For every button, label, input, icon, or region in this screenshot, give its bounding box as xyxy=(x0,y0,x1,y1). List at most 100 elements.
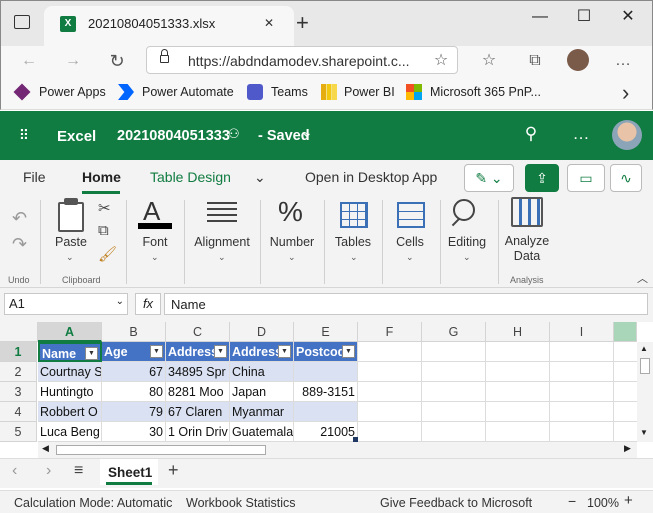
table-cell[interactable]: China xyxy=(230,362,294,382)
scroll-up-icon[interactable]: ▲ xyxy=(640,344,648,353)
lock-icon[interactable] xyxy=(160,55,169,63)
format-painter-icon[interactable]: 🖌 xyxy=(98,245,117,263)
tables-label[interactable]: Tables xyxy=(330,235,376,249)
table-cell[interactable]: Huntingto xyxy=(38,382,102,402)
cells-label[interactable]: Cells xyxy=(388,235,432,249)
column-header-j[interactable] xyxy=(614,322,637,342)
table-cell[interactable]: 67 xyxy=(102,362,166,382)
forward-icon[interactable]: → xyxy=(62,50,84,72)
bookmarks-more-icon[interactable]: › xyxy=(622,80,629,106)
profile-avatar[interactable] xyxy=(567,49,589,71)
number-icon[interactable]: % xyxy=(278,196,303,228)
filter-dropdown-icon[interactable]: ▼ xyxy=(85,347,98,360)
maximize-button[interactable]: ☐ xyxy=(564,6,604,28)
column-header-d[interactable]: D xyxy=(230,322,294,342)
tables-chevron-icon[interactable]: ⌄ xyxy=(350,252,358,263)
zoom-level[interactable]: 100% xyxy=(587,496,619,510)
alignment-label[interactable]: Alignment xyxy=(188,235,256,249)
empty-cells-area[interactable] xyxy=(358,342,637,442)
sheet-prev-icon[interactable]: ‹ xyxy=(12,462,17,480)
file-name[interactable]: 20210804051333 xyxy=(117,128,230,144)
calculation-mode[interactable]: Calculation Mode: Automatic xyxy=(14,496,172,510)
search-icon[interactable]: ⚲ xyxy=(520,124,542,146)
filter-dropdown-icon[interactable]: ▼ xyxy=(150,345,163,358)
close-window-button[interactable]: ✕ xyxy=(608,6,648,28)
url-text[interactable]: https://abdndamodev.sharepoint.c... xyxy=(188,53,418,69)
cells-icon[interactable] xyxy=(397,202,425,228)
paste-icon[interactable] xyxy=(58,202,84,232)
table-cell[interactable]: Japan xyxy=(230,382,294,402)
column-header-f[interactable]: F xyxy=(358,322,422,342)
browser-menu-icon[interactable]: … xyxy=(612,50,634,72)
table-cell[interactable]: 889-3151 xyxy=(294,382,358,402)
editing-label[interactable]: Editing xyxy=(444,235,490,249)
refresh-icon[interactable]: ↻ xyxy=(106,50,128,72)
tab-file[interactable]: File xyxy=(23,169,46,185)
scroll-right-icon[interactable]: ▶ xyxy=(624,443,631,454)
scroll-thumb[interactable] xyxy=(640,358,650,374)
table-cell[interactable] xyxy=(294,362,358,382)
column-header-g[interactable]: G xyxy=(422,322,486,342)
font-label[interactable]: Font xyxy=(133,235,177,249)
table-cell[interactable]: Courtnay S xyxy=(38,362,102,382)
all-sheets-icon[interactable]: ≡ xyxy=(74,462,83,480)
zoom-out-button[interactable]: − xyxy=(568,493,576,509)
row-header-2[interactable]: 2 xyxy=(0,362,37,382)
bookmark-power-apps[interactable]: Power Apps xyxy=(39,85,106,99)
column-header-e[interactable]: E xyxy=(294,322,358,342)
table-cell[interactable]: 1 Orin Driv xyxy=(166,422,230,442)
analyze-data-label-2[interactable]: Data xyxy=(503,249,551,263)
table-cell[interactable]: Luca Beng xyxy=(38,422,102,442)
open-in-desktop-button[interactable]: Open in Desktop App xyxy=(305,169,437,185)
column-header-i[interactable]: I xyxy=(550,322,614,342)
bookmark-microsoft-365[interactable]: Microsoft 365 PnP... xyxy=(430,85,541,99)
column-header-c[interactable]: C xyxy=(166,322,230,342)
new-tab-button[interactable]: + xyxy=(296,10,309,36)
table-cell[interactable]: 67 Claren xyxy=(166,402,230,422)
horizontal-scrollbar[interactable]: ◀ ▶ xyxy=(38,442,637,458)
tab-home[interactable]: Home xyxy=(82,169,121,185)
alignment-icon[interactable] xyxy=(207,202,237,224)
vertical-scrollbar[interactable]: ▲ ▼ xyxy=(637,342,653,442)
user-avatar[interactable] xyxy=(612,120,642,150)
ribbon-expand-chevron-icon[interactable]: ⌄ xyxy=(254,169,266,186)
editing-search-icon[interactable] xyxy=(453,199,475,221)
copy-icon[interactable]: ⧉ xyxy=(98,222,109,239)
app-launcher-icon[interactable]: ⠿ xyxy=(14,125,34,145)
scroll-down-icon[interactable]: ▼ xyxy=(640,428,648,437)
comments-button[interactable]: ▭ xyxy=(567,164,605,192)
table-header-cell[interactable]: Age ▼ xyxy=(102,342,166,362)
give-feedback-link[interactable]: Give Feedback to Microsoft xyxy=(380,496,532,510)
analyze-data-icon[interactable] xyxy=(511,197,543,227)
filter-dropdown-icon[interactable]: ▼ xyxy=(278,345,291,358)
table-cell[interactable]: Myanmar xyxy=(230,402,294,422)
tab-actions-icon[interactable] xyxy=(14,15,30,29)
table-cell[interactable]: 34895 Spr xyxy=(166,362,230,382)
paste-label[interactable]: Paste xyxy=(50,235,92,249)
saved-chevron-icon[interactable]: ⌄ xyxy=(301,124,313,141)
bookmark-teams[interactable]: Teams xyxy=(271,85,308,99)
formula-input[interactable]: Name xyxy=(164,293,648,315)
bookmark-power-automate[interactable]: Power Automate xyxy=(142,85,234,99)
workbook-statistics[interactable]: Workbook Statistics xyxy=(186,496,296,510)
table-cell[interactable]: Guatemala xyxy=(230,422,294,442)
scroll-left-icon[interactable]: ◀ xyxy=(42,443,49,454)
cells-chevron-icon[interactable]: ⌄ xyxy=(406,252,414,263)
share-button[interactable]: ⇪ xyxy=(525,164,559,192)
insert-function-button[interactable]: fx xyxy=(135,293,161,315)
editing-mode-button[interactable]: ✎ ⌄ xyxy=(464,164,514,192)
select-all-corner[interactable] xyxy=(0,322,38,342)
add-sheet-button[interactable]: + xyxy=(168,460,179,481)
redo-icon[interactable]: ↷ xyxy=(12,234,27,255)
column-header-a[interactable]: A xyxy=(38,322,102,342)
number-chevron-icon[interactable]: ⌄ xyxy=(288,252,296,263)
activity-button[interactable]: ∿ xyxy=(610,164,642,192)
font-chevron-icon[interactable]: ⌄ xyxy=(151,252,159,263)
undo-icon[interactable]: ↶ xyxy=(12,208,27,229)
sheet-next-icon[interactable]: › xyxy=(46,462,51,480)
editing-chevron-icon[interactable]: ⌄ xyxy=(463,252,471,263)
back-icon[interactable]: ← xyxy=(18,50,40,72)
favorites-icon[interactable]: ☆ xyxy=(478,50,500,72)
table-cell[interactable]: 79 xyxy=(102,402,166,422)
zoom-in-button[interactable]: + xyxy=(624,492,633,509)
